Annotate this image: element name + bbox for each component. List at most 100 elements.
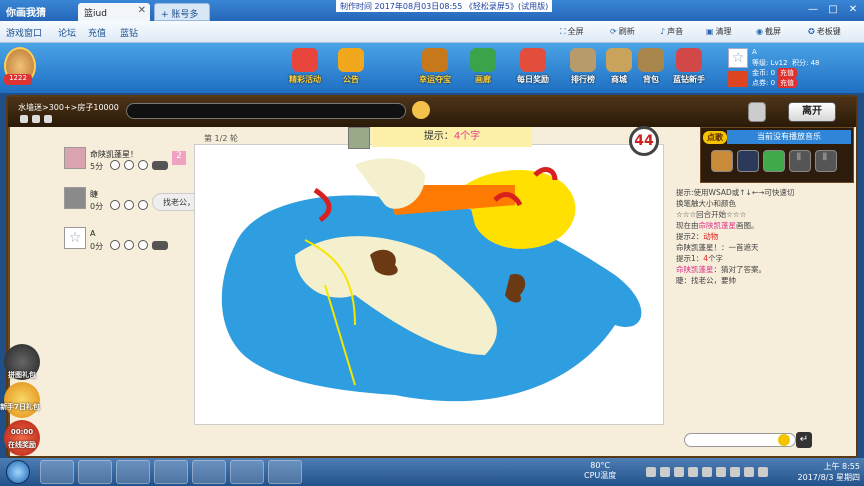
tray-icon[interactable] — [744, 467, 754, 477]
recharge-chip-2[interactable]: 充值 — [777, 78, 798, 88]
player-score: 0分 — [90, 202, 104, 211]
tool-fullscreen[interactable]: ⛶ 全屏 — [560, 26, 584, 37]
minimize-icon[interactable]: — — [806, 3, 820, 17]
car-icon — [152, 241, 168, 250]
red-packet-icon[interactable] — [728, 71, 748, 87]
menu-bar: 游戏窗口 论坛 充值 蓝钻 ⛶ 全屏 ⟳ 刷新 ♪ 声音 ▣ 清理 ◉ 截屏 ✪ 老板键 — [0, 21, 864, 43]
menu-game-window[interactable]: 游戏窗口 — [6, 26, 42, 39]
player-slot-1[interactable]: 命陕凯蓬星！ 5分 2 — [64, 147, 186, 185]
song-request-tag[interactable]: 点歌 — [703, 131, 727, 144]
taskbar-app-5[interactable] — [192, 460, 226, 484]
room-info: 水墙迷>300+>房子10000 — [18, 103, 119, 112]
chat-log-line: 睫：找老公，要帅 — [676, 276, 736, 285]
lock-icon[interactable] — [748, 102, 766, 122]
trash-icon: ▣ — [706, 27, 714, 36]
menu-blue-diamond[interactable]: 蓝钻 — [120, 26, 138, 39]
clock[interactable]: 上午 8:55 2017/8/3 星期四 — [786, 461, 860, 483]
send-button[interactable]: ↵ — [796, 432, 812, 448]
chat-log-line: 提示:使用WSAD或↑↓←→可快速切 — [676, 188, 795, 197]
close-icon[interactable]: ✕ — [138, 5, 146, 16]
smiley-icon[interactable] — [778, 434, 790, 446]
taskbar-app-2[interactable] — [78, 460, 112, 484]
player-slot-3[interactable]: ☆ A 0分 — [64, 227, 184, 265]
trophy-icon — [570, 48, 596, 72]
player-avatar[interactable] — [64, 147, 86, 169]
tool-clean[interactable]: ▣ 清理 — [706, 26, 732, 37]
tray-icon[interactable] — [716, 467, 726, 477]
face-icon[interactable] — [138, 200, 148, 210]
star-icon[interactable]: ☆ — [728, 48, 748, 68]
nav-notice[interactable]: 公告 — [328, 48, 374, 90]
flower-icon[interactable] — [124, 200, 134, 210]
online-reward-button[interactable] — [4, 420, 40, 456]
menu-recharge[interactable]: 充值 — [88, 26, 106, 39]
tool-screenshot[interactable]: ◉ 截屏 — [756, 26, 781, 37]
tab-label: 篮iud — [84, 9, 107, 19]
plus-icon: + — [161, 10, 169, 20]
taskbar-app-7[interactable] — [268, 460, 302, 484]
windows-start-icon[interactable] — [6, 460, 30, 484]
chat-log-line: 提示2：动物 — [676, 232, 719, 241]
profile-stats: 等级: Lv12 积分: 48 — [752, 59, 820, 67]
tray-icon[interactable] — [674, 467, 684, 477]
tray-icon[interactable] — [688, 467, 698, 477]
menu-forum[interactable]: 论坛 — [58, 26, 76, 39]
player-score: 0分 — [90, 242, 104, 251]
gift-icon[interactable] — [110, 240, 120, 250]
face-icon[interactable] — [138, 160, 148, 170]
chat-log: 提示:使用WSAD或↑↓←→可快速切 换笔触大小和颜色 ☆☆☆回合开始☆☆☆ 现在由… — [676, 187, 854, 367]
flower-icon[interactable] — [124, 160, 134, 170]
user-add-icon[interactable] — [32, 115, 40, 123]
tool-refresh[interactable]: ⟳ 刷新 — [610, 26, 635, 37]
drawing-canvas[interactable] — [194, 144, 664, 425]
broadcast-bar[interactable] — [126, 103, 406, 119]
tool-sound[interactable]: ♪ 声音 — [660, 26, 683, 37]
face-icon[interactable] — [138, 240, 148, 250]
gift-icon[interactable] — [110, 160, 120, 170]
taskbar-app-1[interactable] — [40, 460, 74, 484]
game-header: 水墙迷>300+>房子10000 离开 — [8, 97, 856, 127]
maximize-icon[interactable]: □ — [826, 3, 840, 17]
cpu-temp: 80°C CPU温度 — [584, 461, 617, 480]
online-reward-label: 在线奖励 — [8, 441, 36, 449]
nav-gallery[interactable]: 画廊 — [460, 48, 506, 90]
tool-boss-key[interactable]: ✪ 老板键 — [808, 26, 841, 37]
prop-slot-3[interactable] — [763, 150, 785, 172]
recharge-chip[interactable]: 充值 — [777, 68, 798, 78]
star-icon[interactable]: ☆ — [64, 227, 86, 249]
treasure-chest-icon — [422, 48, 448, 72]
nav-events[interactable]: 精彩活动 — [282, 48, 328, 90]
player-avatar[interactable] — [64, 187, 86, 209]
tray-icon[interactable] — [702, 467, 712, 477]
taskbar-app-3[interactable] — [116, 460, 150, 484]
prop-slot-2[interactable] — [737, 150, 759, 172]
flower-icon[interactable] — [124, 240, 134, 250]
lobby-header: 1222 精彩活动 公告 幸运夺宝 画廊 每日奖励 排行榜 商城 背包 蓝钻新手… — [0, 43, 864, 93]
taskbar-app-6[interactable] — [230, 460, 264, 484]
nav-daily-reward[interactable]: 每日奖励 — [510, 48, 556, 90]
tray-icon[interactable] — [730, 467, 740, 477]
lock-icon: ▮ — [796, 151, 802, 162]
app-title: 你画我猜 — [6, 8, 46, 19]
drawing — [221, 158, 642, 402]
paw-icon[interactable] — [44, 115, 52, 123]
tab-game[interactable]: 篮iud ✕ — [78, 3, 150, 21]
room-icon[interactable] — [20, 115, 28, 123]
music-status: 当前没有播放音乐 — [727, 130, 851, 144]
tray-icon[interactable] — [758, 467, 768, 477]
calendar-icon — [520, 48, 546, 72]
player-name: 睫 — [90, 190, 98, 199]
tab-multi-account[interactable]: + 账号多开 — [154, 3, 210, 33]
close-window-icon[interactable]: ✕ — [846, 3, 860, 17]
pencil-icon[interactable] — [412, 101, 430, 119]
extra-badge: 2 — [172, 151, 186, 165]
taskbar-app-4[interactable] — [154, 460, 188, 484]
nav-lucky-draw[interactable]: 幸运夺宝 — [412, 48, 458, 90]
tray-icon[interactable] — [646, 467, 656, 477]
newbie-gift-button[interactable] — [4, 382, 40, 418]
leave-button[interactable]: 离开 — [788, 102, 836, 122]
tray-icon[interactable] — [660, 467, 670, 477]
nav-blue-diamond-newbie[interactable]: 蓝钻新手 — [666, 48, 712, 90]
gift-icon[interactable] — [110, 200, 120, 210]
prop-slot-1[interactable] — [711, 150, 733, 172]
